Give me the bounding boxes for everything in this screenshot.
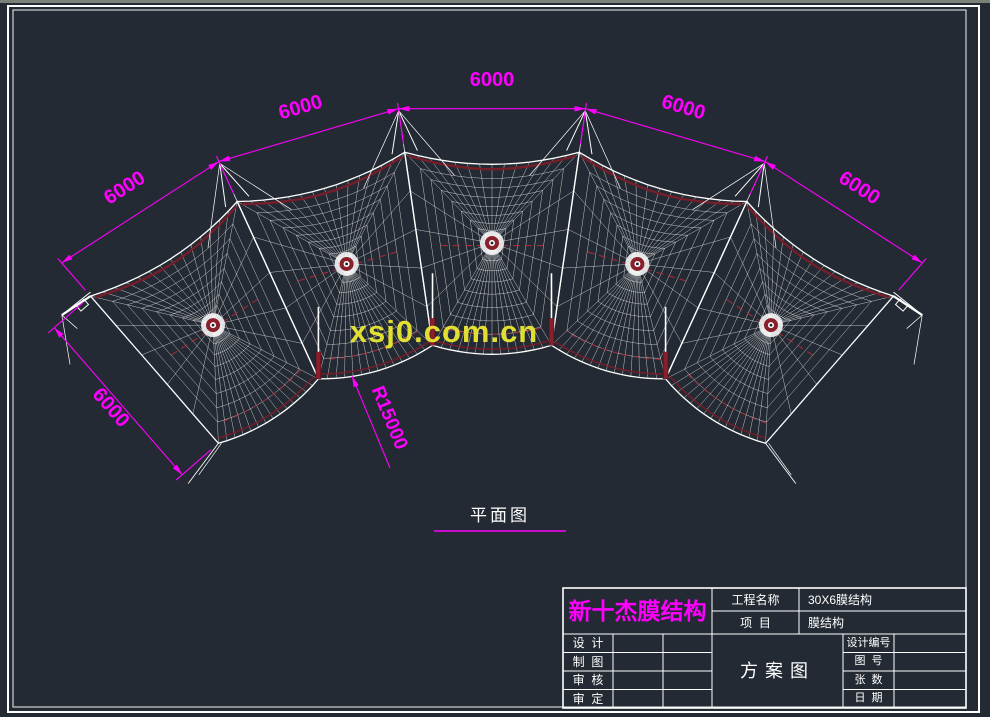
dimension-radius: R15000 [352,376,411,468]
design-no-label: 设计编号 [843,634,894,652]
title-block-company: 新十杰膜结构 [563,589,712,634]
dim-label: 6000 [100,167,149,210]
mast [62,292,222,483]
dimension-band-width: 6000 [48,303,211,480]
sheet-count-label: 张 数 [843,671,894,689]
item-label: 项 目 [712,611,799,634]
project-name-value: 30X6膜结构 [799,588,975,611]
drawing-no-label: 图 号 [843,652,894,671]
role-approver-label: 审 定 [563,689,613,708]
item-value: 膜结构 [799,611,975,634]
hub-node [201,313,225,337]
dim-label: R15000 [367,383,412,453]
watermark-text: xsj0.com.cn [366,314,522,348]
dim-label: 6000 [659,91,708,125]
project-name-label: 工程名称 [712,588,799,611]
role-designer-label: 设 计 [563,634,613,652]
cad-application-window: 6000 6000 6000 6000 6000 6000 R15000 xsj0.com.… [0,0,990,717]
sheet-title: 方案图 [712,634,843,708]
hub-node [625,252,649,276]
dimension-panel-width: 6000 [219,91,399,162]
role-drafter-label: 制 图 [563,652,613,671]
dim-label: 6000 [88,384,134,432]
dim-label: 6000 [276,91,325,125]
dim-label: 6000 [470,69,515,91]
dimension-panel-width: 6000 [398,69,585,112]
date-label: 日 期 [843,689,894,708]
hub-node [335,252,359,276]
hub-node [759,313,783,337]
dimension-panel-width: 6000 [586,91,766,162]
dim-label: 6000 [835,167,884,210]
role-checker-label: 审 核 [563,671,613,689]
hub-node [480,231,504,255]
plan-view-caption: 平面图 [436,503,564,527]
